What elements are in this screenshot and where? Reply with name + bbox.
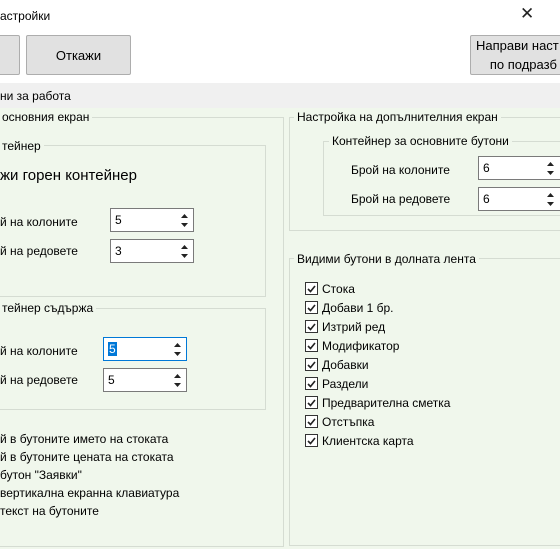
checkmark-icon xyxy=(307,360,316,369)
option-vertical-keyboard[interactable]: вертикална екранна клавиатура xyxy=(0,486,179,500)
spin-up-icon[interactable] xyxy=(178,242,191,251)
checkbox-label: Добавки xyxy=(322,357,369,372)
extra-screen-title: Настройка на допълнителния екран xyxy=(294,110,501,124)
checkbox-label: Отстъпка xyxy=(322,414,375,429)
checkbox-label: Изтрий ред xyxy=(322,319,386,334)
checkbox-label: Раздели xyxy=(322,376,369,391)
checkbox-label: Добави 1 бр. xyxy=(322,300,394,315)
container-columns-label: й на колоните xyxy=(0,215,78,229)
extra-container-title: Контейнер за основните бутони xyxy=(329,134,512,148)
spin-down-icon[interactable] xyxy=(544,168,557,177)
cancel-button[interactable]: Откажи xyxy=(26,35,131,75)
container-rows-label: й на редовете xyxy=(0,244,78,258)
spin-up-icon[interactable] xyxy=(171,371,184,380)
checkbox[interactable] xyxy=(305,320,318,333)
extra-rows-spinner[interactable] xyxy=(544,190,557,208)
checkbox[interactable] xyxy=(305,301,318,314)
checkbox[interactable] xyxy=(305,396,318,409)
spin-down-icon[interactable] xyxy=(171,380,184,389)
checkbox[interactable] xyxy=(305,415,318,428)
checkbox[interactable] xyxy=(305,434,318,447)
checkbox[interactable] xyxy=(305,377,318,390)
container-rows-value: 3 xyxy=(115,244,122,258)
content-rows-value: 5 xyxy=(108,373,115,387)
container-rows-input[interactable]: 3 xyxy=(110,239,194,263)
container-title: тейнер xyxy=(0,139,44,153)
checkbox-row-addons[interactable]: Добавки xyxy=(305,355,450,374)
close-icon[interactable]: ✕ xyxy=(520,4,534,24)
checkbox-row-delete-row[interactable]: Изтрий ред xyxy=(305,317,450,336)
container-columns-value: 5 xyxy=(115,213,122,227)
checkbox-row-discount[interactable]: Отстъпка xyxy=(305,412,450,431)
content-columns-input[interactable]: 5 xyxy=(103,337,187,361)
checkbox-label: Клиентска карта xyxy=(322,433,414,448)
cancel-button-label: Откажи xyxy=(55,47,102,63)
option-show-product-name[interactable]: й в бутоните името на стоката xyxy=(0,432,168,446)
title-bar xyxy=(0,0,560,30)
spin-up-icon[interactable] xyxy=(544,159,557,168)
spin-down-icon[interactable] xyxy=(178,220,191,229)
restore-defaults-line1: Направи наст xyxy=(476,38,559,53)
spin-up-icon[interactable] xyxy=(178,211,191,220)
checkmark-icon xyxy=(307,436,316,445)
spin-down-icon[interactable] xyxy=(178,251,191,260)
bottom-bar-title: Видими бутони в долната лента xyxy=(294,252,479,266)
content-container-title: тейнер съдържа xyxy=(0,301,97,315)
checkbox[interactable] xyxy=(305,339,318,352)
main-screen-title: основния екран xyxy=(0,110,93,124)
checkmark-icon xyxy=(307,322,316,331)
extra-rows-input[interactable]: 6 xyxy=(478,187,560,211)
content-rows-spinner[interactable] xyxy=(171,371,184,389)
checkbox-row-modifier[interactable]: Модификатор xyxy=(305,336,450,355)
extra-columns-label: Брой на колоните xyxy=(351,163,450,177)
extra-columns-spinner[interactable] xyxy=(544,159,557,177)
option-show-product-price[interactable]: й в бутоните цената на стоката xyxy=(0,450,174,464)
checkbox-row-client-card[interactable]: Клиентска карта xyxy=(305,431,450,450)
restore-defaults-button[interactable]: Направи наст по подразб xyxy=(470,35,560,75)
restore-defaults-line2: по подразб xyxy=(489,57,557,72)
container-columns-spinner[interactable] xyxy=(178,211,191,229)
extra-columns-input[interactable]: 6 xyxy=(478,156,560,180)
checkmark-icon xyxy=(307,417,316,426)
show-top-container-label: жи горен контейнер xyxy=(0,167,137,184)
spin-down-icon[interactable] xyxy=(171,349,184,358)
checkbox-row-pre-bill[interactable]: Предварителна сметка xyxy=(305,393,450,412)
checkbox-row-add-one[interactable]: Добави 1 бр. xyxy=(305,298,450,317)
content-columns-label: й на колоните xyxy=(0,344,78,358)
checkbox-label: Стока xyxy=(322,281,355,296)
checkmark-icon xyxy=(307,341,316,350)
settings-header-label: ни за работа xyxy=(0,89,71,103)
content-columns-spinner[interactable] xyxy=(171,340,184,358)
bottom-bar-checklist: Стока Добави 1 бр. Изтрий ред Модификато… xyxy=(305,279,450,450)
extra-rows-label: Брой на редовете xyxy=(351,192,451,206)
spin-down-icon[interactable] xyxy=(544,199,557,208)
window-title: астройки xyxy=(0,9,51,23)
settings-header xyxy=(0,84,560,106)
content-columns-value: 5 xyxy=(108,342,117,356)
extra-rows-value: 6 xyxy=(483,192,490,206)
content-rows-label: й на редовете xyxy=(0,373,78,387)
checkbox[interactable] xyxy=(305,282,318,295)
option-button-text[interactable]: текст на бутоните xyxy=(0,504,99,518)
checkmark-icon xyxy=(307,284,316,293)
content-rows-input[interactable]: 5 xyxy=(103,368,187,392)
checkmark-icon xyxy=(307,379,316,388)
checkbox-row-sections[interactable]: Раздели xyxy=(305,374,450,393)
checkbox-label: Предварителна сметка xyxy=(322,395,451,410)
spin-up-icon[interactable] xyxy=(171,340,184,349)
container-rows-spinner[interactable] xyxy=(178,242,191,260)
checkbox[interactable] xyxy=(305,358,318,371)
checkmark-icon xyxy=(307,303,316,312)
spin-up-icon[interactable] xyxy=(544,190,557,199)
checkbox-row-stoka[interactable]: Стока xyxy=(305,279,450,298)
container-columns-input[interactable]: 5 xyxy=(110,208,194,232)
checkbox-label: Модификатор xyxy=(322,338,400,353)
save-button[interactable] xyxy=(0,35,20,75)
checkmark-icon xyxy=(307,398,316,407)
extra-columns-value: 6 xyxy=(483,161,490,175)
option-orders-button[interactable]: бутон "Заявки" xyxy=(0,468,82,482)
